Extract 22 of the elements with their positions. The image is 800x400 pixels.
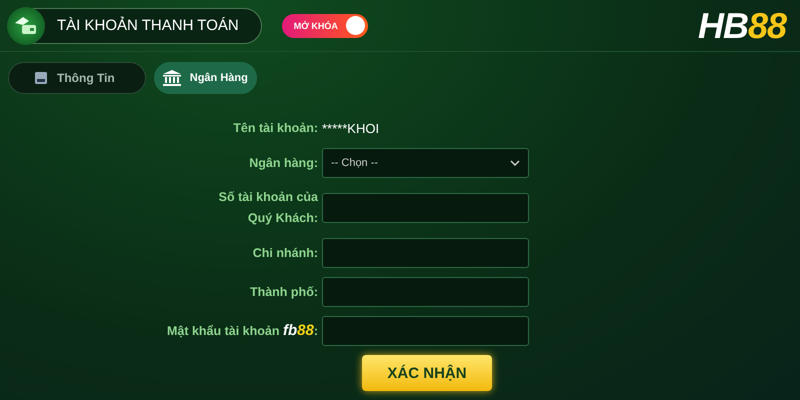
tab[interactable]: Ngân Hàng: [154, 62, 257, 94]
wallet-icon: [7, 6, 45, 44]
bank-dropdown[interactable]: -- Chọn --: [322, 148, 529, 178]
field-label: Số tài khoản của Quý Khách:: [218, 189, 318, 227]
bank-icon: [162, 70, 181, 86]
chevron-down-icon: [510, 160, 520, 166]
field-label: Tên tài khoản:: [233, 120, 318, 137]
page-title: TÀI KHOẢN THANH TOÁN: [57, 17, 239, 34]
input-field[interactable]: [322, 238, 529, 268]
logo: HB88: [698, 4, 786, 46]
input-field[interactable]: [322, 193, 529, 223]
unlock-toggle[interactable]: MỞ KHÓA: [282, 14, 368, 38]
field-label: Chi nhánh:: [252, 244, 318, 262]
input-field[interactable]: [322, 316, 529, 346]
tab[interactable]: Thông Tin: [8, 62, 146, 94]
account-name: *****KHOI: [322, 121, 380, 136]
card-icon: [34, 71, 48, 85]
input-field[interactable]: [322, 277, 529, 307]
field-label: Mật khẩu tài khoản fb88:: [166, 321, 318, 341]
confirm-button[interactable]: XÁC NHẬN: [362, 355, 492, 391]
field-label: Thành phố:: [250, 284, 318, 301]
field-label: Ngân hàng:: [249, 154, 318, 172]
